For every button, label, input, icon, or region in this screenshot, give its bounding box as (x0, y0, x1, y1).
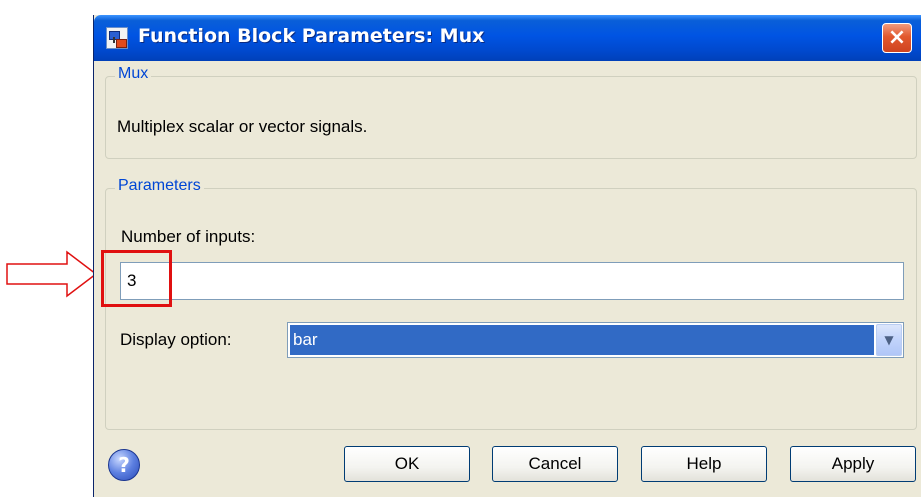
description-group-legend: Mux (115, 65, 152, 83)
chevron-down-icon[interactable]: ▼ (876, 324, 902, 356)
help-icon-glyph: ? (118, 453, 130, 477)
simulink-block-icon (106, 27, 128, 49)
close-button[interactable]: × (882, 23, 912, 53)
parameters-group (105, 188, 917, 430)
apply-button[interactable]: Apply (790, 446, 916, 482)
help-icon[interactable]: ? (108, 449, 140, 481)
close-icon: × (887, 25, 907, 50)
annotation-highlight-box (101, 250, 172, 307)
ok-button[interactable]: OK (344, 446, 470, 482)
parameters-group-legend: Parameters (115, 177, 204, 195)
cancel-button[interactable]: Cancel (492, 446, 618, 482)
stage: Function Block Parameters: Mux × Mux Mul… (0, 0, 921, 497)
display-option-select[interactable]: bar ▼ (287, 322, 904, 358)
help-button[interactable]: Help (641, 446, 767, 482)
window-title: Function Block Parameters: Mux (138, 25, 485, 47)
block-description: Multiplex scalar or vector signals. (117, 117, 368, 136)
number-of-inputs-field[interactable] (120, 262, 904, 300)
title-bar[interactable]: Function Block Parameters: Mux × (94, 15, 921, 61)
number-of-inputs-label: Number of inputs: (121, 227, 256, 246)
arrow-right-icon (6, 250, 98, 298)
display-option-label: Display option: (120, 330, 232, 349)
display-option-selected-value: bar (290, 325, 874, 355)
